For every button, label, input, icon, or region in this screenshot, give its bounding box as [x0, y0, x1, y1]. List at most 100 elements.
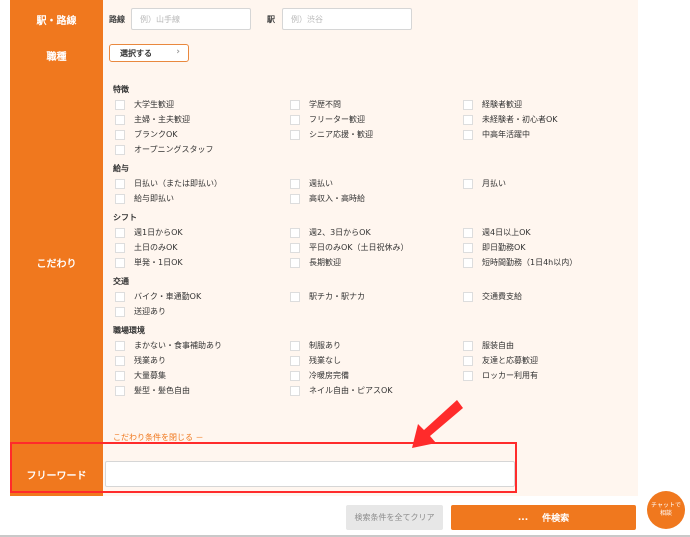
checkbox-icon[interactable]: [115, 242, 125, 253]
option-checkbox[interactable]: 学歴不問: [290, 99, 341, 110]
checkbox-icon[interactable]: [290, 242, 300, 253]
checkbox-icon[interactable]: [290, 129, 300, 140]
job-row: 職種 選択する ›: [10, 38, 638, 73]
option-checkbox[interactable]: 単発・1日OK: [115, 257, 183, 268]
checkbox-icon[interactable]: [115, 385, 125, 396]
checkbox-icon[interactable]: [115, 193, 125, 204]
option-checkbox[interactable]: 週4日以上OK: [463, 227, 531, 238]
checkbox-icon[interactable]: [290, 193, 300, 204]
option-checkbox[interactable]: 週1日からOK: [115, 227, 183, 238]
station-input[interactable]: 例）渋谷: [282, 8, 412, 30]
option-checkbox[interactable]: 経験者歓迎: [463, 99, 522, 110]
option-checkbox[interactable]: バイク・車通勤OK: [115, 291, 201, 302]
chat-line1: チャットで: [651, 502, 681, 510]
option-checkbox[interactable]: フリーター歓迎: [290, 114, 365, 125]
option-checkbox[interactable]: 服装自由: [463, 340, 514, 351]
option-checkbox[interactable]: 平日のみOK（土日祝休み）: [290, 242, 409, 253]
option-checkbox[interactable]: ネイル自由・ピアスOK: [290, 385, 393, 396]
checkbox-icon[interactable]: [290, 385, 300, 396]
checkbox-icon[interactable]: [115, 306, 125, 317]
chat-consult-button[interactable]: チャットで 相談: [647, 491, 685, 529]
search-button-label: 件検索: [542, 514, 570, 524]
checkbox-icon[interactable]: [463, 355, 473, 366]
option-checkbox[interactable]: ロッカー利用有: [463, 370, 538, 381]
checkbox-icon[interactable]: [290, 370, 300, 381]
checkbox-icon[interactable]: [115, 355, 125, 366]
option-checkbox[interactable]: 大学生歓迎: [115, 99, 174, 110]
job-select-button[interactable]: 選択する ›: [109, 44, 189, 62]
option-checkbox[interactable]: 土日のみOK: [115, 242, 178, 253]
job-label: 職種: [10, 38, 103, 72]
checkbox-icon[interactable]: [290, 227, 300, 238]
option-checkbox[interactable]: 未経験者・初心者OK: [463, 114, 558, 125]
option-checkbox[interactable]: ブランクOK: [115, 129, 178, 140]
checkbox-icon[interactable]: [290, 178, 300, 189]
option-checkbox[interactable]: 髪型・髪色自由: [115, 385, 190, 396]
checkbox-icon[interactable]: [290, 291, 300, 302]
checkbox-icon[interactable]: [115, 114, 125, 125]
option-label: 高収入・高時給: [309, 194, 365, 203]
checkbox-icon[interactable]: [290, 355, 300, 366]
option-checkbox[interactable]: 友達と応募歓迎: [463, 355, 538, 366]
option-label: 単発・1日OK: [134, 258, 183, 267]
option-checkbox[interactable]: 週払い: [290, 178, 333, 189]
checkbox-icon[interactable]: [463, 242, 473, 253]
option-checkbox[interactable]: 残業あり: [115, 355, 166, 366]
kodawari-options: こだわり条件を閉じる － 特徴 大学生歓迎 学歴不問 経験者歓迎 主婦・主夫歓迎 フリータ…: [103, 72, 638, 452]
checkbox-icon[interactable]: [290, 257, 300, 268]
option-checkbox[interactable]: 冷暖房完備: [290, 370, 349, 381]
option-checkbox[interactable]: 制服あり: [290, 340, 341, 351]
station-label: 駅・路線: [10, 0, 103, 38]
option-checkbox[interactable]: オープニングスタッフ: [115, 144, 214, 155]
checkbox-icon[interactable]: [463, 340, 473, 351]
option-checkbox[interactable]: 交通費支給: [463, 291, 522, 302]
checkbox-icon[interactable]: [463, 257, 473, 268]
option-checkbox[interactable]: 送迎あり: [115, 306, 166, 317]
checkbox-icon[interactable]: [115, 291, 125, 302]
option-checkbox[interactable]: 週2、3日からOK: [290, 227, 371, 238]
chat-line2: 相談: [659, 510, 672, 517]
checkbox-icon[interactable]: [463, 227, 473, 238]
option-checkbox[interactable]: 主婦・主夫歓迎: [115, 114, 190, 125]
line-input[interactable]: 例）山手線: [131, 8, 251, 30]
option-checkbox[interactable]: 駅チカ・駅ナカ: [290, 291, 365, 302]
checkbox-icon[interactable]: [115, 370, 125, 381]
checkbox-icon[interactable]: [115, 178, 125, 189]
option-label: バイク・車通勤OK: [134, 292, 202, 301]
option-checkbox[interactable]: 大量募集: [115, 370, 166, 381]
checkbox-icon[interactable]: [463, 178, 473, 189]
option-checkbox[interactable]: 長期歓迎: [290, 257, 341, 268]
job-select-label: 選択する: [120, 48, 152, 58]
checkbox-icon[interactable]: [290, 114, 300, 125]
checkbox-icon[interactable]: [463, 114, 473, 125]
checkbox-icon[interactable]: [463, 129, 473, 140]
option-label: 経験者歓迎: [482, 100, 522, 109]
option-checkbox[interactable]: 給与即払い: [115, 193, 174, 204]
option-checkbox[interactable]: 残業なし: [290, 355, 341, 366]
checkbox-icon[interactable]: [115, 257, 125, 268]
checkbox-icon[interactable]: [463, 370, 473, 381]
option-checkbox[interactable]: 即日勤務OK: [463, 242, 526, 253]
option-checkbox[interactable]: シニア応援・歓迎: [290, 129, 373, 140]
checkbox-icon[interactable]: [115, 144, 125, 155]
checkbox-icon[interactable]: [463, 291, 473, 302]
checkbox-icon[interactable]: [290, 340, 300, 351]
search-button[interactable]: ... 件検索: [451, 505, 636, 530]
line-label: 路線: [109, 15, 125, 24]
option-checkbox[interactable]: 月払い: [463, 178, 506, 189]
option-checkbox[interactable]: 短時間勤務（1日4h以内）: [463, 257, 577, 268]
option-label: 送迎あり: [134, 307, 166, 316]
checkbox-icon[interactable]: [115, 99, 125, 110]
checkbox-icon[interactable]: [115, 129, 125, 140]
search-form: 駅・路線 路線 例）山手線 駅 例）渋谷 職種 選択する › こだわり こだわり…: [10, 0, 638, 496]
option-checkbox[interactable]: 高収入・高時給: [290, 193, 365, 204]
checkbox-icon[interactable]: [115, 340, 125, 351]
checkbox-icon[interactable]: [463, 99, 473, 110]
checkbox-icon[interactable]: [115, 227, 125, 238]
checkbox-icon[interactable]: [290, 99, 300, 110]
option-checkbox[interactable]: 中高年活躍中: [463, 129, 530, 140]
option-checkbox[interactable]: 日払い（または即払い）: [115, 178, 222, 189]
option-label: 週払い: [309, 179, 333, 188]
clear-conditions-button[interactable]: 検索条件を全てクリア: [346, 505, 443, 530]
option-checkbox[interactable]: まかない・食事補助あり: [115, 340, 222, 351]
